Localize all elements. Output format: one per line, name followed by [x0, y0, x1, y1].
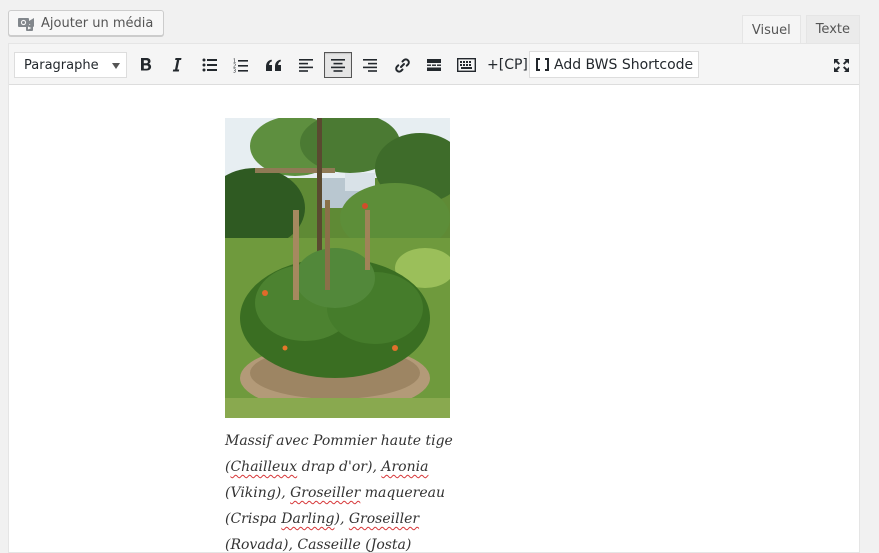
media-camera-icon	[17, 15, 35, 31]
editor-container: Paragraphe 123 +[CP] Add BWS Shortcode M…	[8, 43, 860, 553]
caption-text: (Viking),	[225, 485, 291, 501]
caption-text: (Crispa	[225, 511, 282, 527]
bws-shortcode-label: Add BWS Shortcode	[554, 56, 694, 73]
align-right-icon	[363, 59, 377, 72]
italic-button[interactable]	[163, 52, 191, 78]
format-select-value: Paragraphe	[24, 57, 99, 73]
tab-visual-label: Visuel	[751, 22, 791, 38]
editor-tabs: Visuel Texte	[741, 15, 860, 44]
spellcheck-word[interactable]: Darling	[281, 511, 334, 527]
caption-line: (Chailleux drap d'or), Aronia	[225, 454, 455, 480]
spellcheck-word[interactable]: Groseiller	[349, 511, 419, 527]
add-bws-shortcode-button[interactable]: Add BWS Shortcode	[529, 51, 700, 78]
read-more-button[interactable]	[420, 52, 448, 78]
tab-text-label: Texte	[815, 22, 850, 37]
spellcheck-word[interactable]: Aronia	[381, 459, 428, 475]
chevron-down-icon	[112, 63, 120, 69]
italic-icon	[172, 58, 182, 72]
add-media-button[interactable]: Ajouter un média	[8, 10, 165, 36]
caption-text: Massif avec Pommier haute tige	[225, 433, 453, 449]
blockquote-button[interactable]	[259, 52, 287, 78]
caption-line: (Crispa Darling), Groseiller	[225, 506, 455, 532]
align-center-button[interactable]	[324, 52, 352, 78]
link-icon	[394, 57, 410, 73]
caption-text: maquereau	[360, 485, 445, 501]
add-media-label: Ajouter un média	[41, 15, 154, 31]
format-select[interactable]: Paragraphe	[14, 52, 127, 78]
bullet-list-icon	[202, 58, 217, 72]
spellcheck-word[interactable]: Groseiller	[290, 485, 360, 501]
svg-text:3: 3	[233, 68, 236, 73]
editor-toolbar: Paragraphe 123 +[CP] Add BWS Shortcode	[9, 44, 859, 85]
tab-visual[interactable]: Visuel	[741, 15, 801, 44]
caption-line: (Rovada), Casseille (Josta)	[225, 532, 455, 552]
blockquote-icon	[265, 59, 281, 71]
shortcode-brackets-icon	[536, 58, 549, 71]
caption-line: Massif avec Pommier haute tige	[225, 428, 455, 454]
read-more-icon	[427, 59, 441, 71]
spellcheck-word[interactable]: Chailleux	[230, 459, 297, 475]
bullet-list-button[interactable]	[196, 52, 224, 78]
align-left-icon	[299, 59, 313, 72]
garden-photo[interactable]	[225, 118, 450, 418]
toolbar-toggle-button[interactable]	[452, 52, 480, 78]
caption-text: ),	[334, 511, 349, 527]
tab-text[interactable]: Texte	[805, 15, 860, 43]
bold-icon	[141, 58, 152, 71]
editor-content-area[interactable]: Massif avec Pommier haute tige (Chailleu…	[9, 85, 859, 552]
align-right-button[interactable]	[356, 52, 384, 78]
align-center-icon	[331, 59, 345, 72]
align-left-button[interactable]	[292, 52, 320, 78]
fullscreen-icon	[833, 58, 849, 72]
insert-link-button[interactable]	[388, 52, 416, 78]
numbered-list-button[interactable]: 123	[227, 52, 255, 78]
caption-line: (Viking), Groseiller maquereau	[225, 480, 455, 506]
cp-shortcode-label: +[CP]	[487, 57, 528, 73]
caption-text: (Rovada), Casseille (Josta)	[225, 537, 412, 552]
bold-button[interactable]	[132, 52, 160, 78]
keyboard-icon	[456, 58, 476, 72]
numbered-list-icon: 123	[233, 58, 248, 73]
cp-shortcode-button[interactable]: +[CP]	[487, 52, 528, 78]
fullscreen-button[interactable]	[827, 52, 855, 78]
image-caption: Massif avec Pommier haute tige (Chailleu…	[225, 428, 455, 552]
caption-text: drap d'or),	[297, 459, 382, 475]
